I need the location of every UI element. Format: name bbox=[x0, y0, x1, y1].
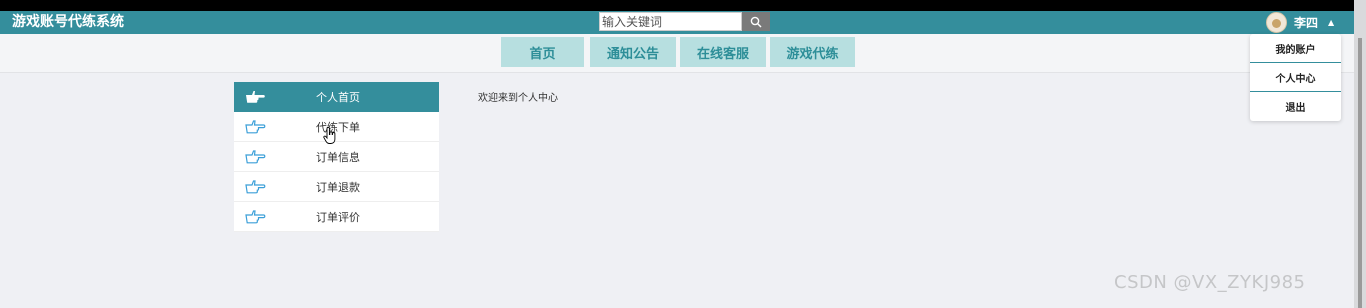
pointing-hand-icon bbox=[245, 150, 266, 164]
sidebar-item-personal-home[interactable]: 个人首页 bbox=[234, 82, 439, 112]
user-name: 李四 bbox=[1294, 15, 1319, 30]
header-bar: 游戏账号代练系统 李四 ▲ bbox=[0, 11, 1354, 34]
user-dropdown-menu: 我的账户 个人中心 退出 bbox=[1250, 34, 1341, 121]
sidebar-item-label: 订单信息 bbox=[316, 150, 360, 164]
search-box bbox=[599, 12, 770, 31]
page-scrollbar[interactable] bbox=[1354, 0, 1366, 308]
welcome-text: 欢迎来到个人中心 bbox=[478, 93, 558, 104]
sidebar-item-label: 订单退款 bbox=[316, 180, 360, 194]
search-button[interactable] bbox=[742, 12, 770, 31]
pointing-hand-icon bbox=[245, 180, 266, 194]
main-nav: 首页 通知公告 在线客服 游戏代练 bbox=[0, 34, 1354, 73]
avatar bbox=[1266, 11, 1287, 33]
menu-item-my-account[interactable]: 我的账户 bbox=[1250, 34, 1341, 63]
sidebar-item-order-refund[interactable]: 订单退款 bbox=[234, 172, 439, 202]
pointing-hand-icon bbox=[245, 120, 266, 134]
nav-item-boosting[interactable]: 游戏代练 bbox=[770, 37, 855, 67]
search-icon bbox=[750, 16, 762, 28]
sidebar-item-order-info[interactable]: 订单信息 bbox=[234, 142, 439, 172]
hand-cursor-icon bbox=[323, 127, 336, 144]
watermark-text: CSDN @VX_ZYKJ985 bbox=[1114, 272, 1306, 293]
nav-item-notices[interactable]: 通知公告 bbox=[590, 37, 676, 67]
caret-up-icon: ▲ bbox=[1328, 17, 1335, 27]
pointing-hand-icon bbox=[245, 210, 266, 224]
menu-item-logout[interactable]: 退出 bbox=[1250, 92, 1341, 121]
app-logo-title: 游戏账号代练系统 bbox=[12, 14, 124, 30]
sidebar-item-label: 订单评价 bbox=[316, 210, 360, 224]
search-input[interactable] bbox=[599, 12, 742, 31]
nav-item-support[interactable]: 在线客服 bbox=[680, 37, 766, 67]
sidebar: 个人首页 代练下单 订单信息 订单退款 订单评价 bbox=[234, 82, 439, 232]
menu-item-personal-center[interactable]: 个人中心 bbox=[1250, 63, 1341, 92]
user-menu-toggle[interactable]: 李四 ▲ bbox=[1266, 11, 1334, 33]
nav-item-home[interactable]: 首页 bbox=[501, 37, 584, 67]
sidebar-item-label: 个人首页 bbox=[316, 91, 360, 104]
top-strip bbox=[0, 0, 1366, 11]
pointing-hand-icon bbox=[246, 91, 265, 103]
sidebar-item-order-review[interactable]: 订单评价 bbox=[234, 202, 439, 232]
